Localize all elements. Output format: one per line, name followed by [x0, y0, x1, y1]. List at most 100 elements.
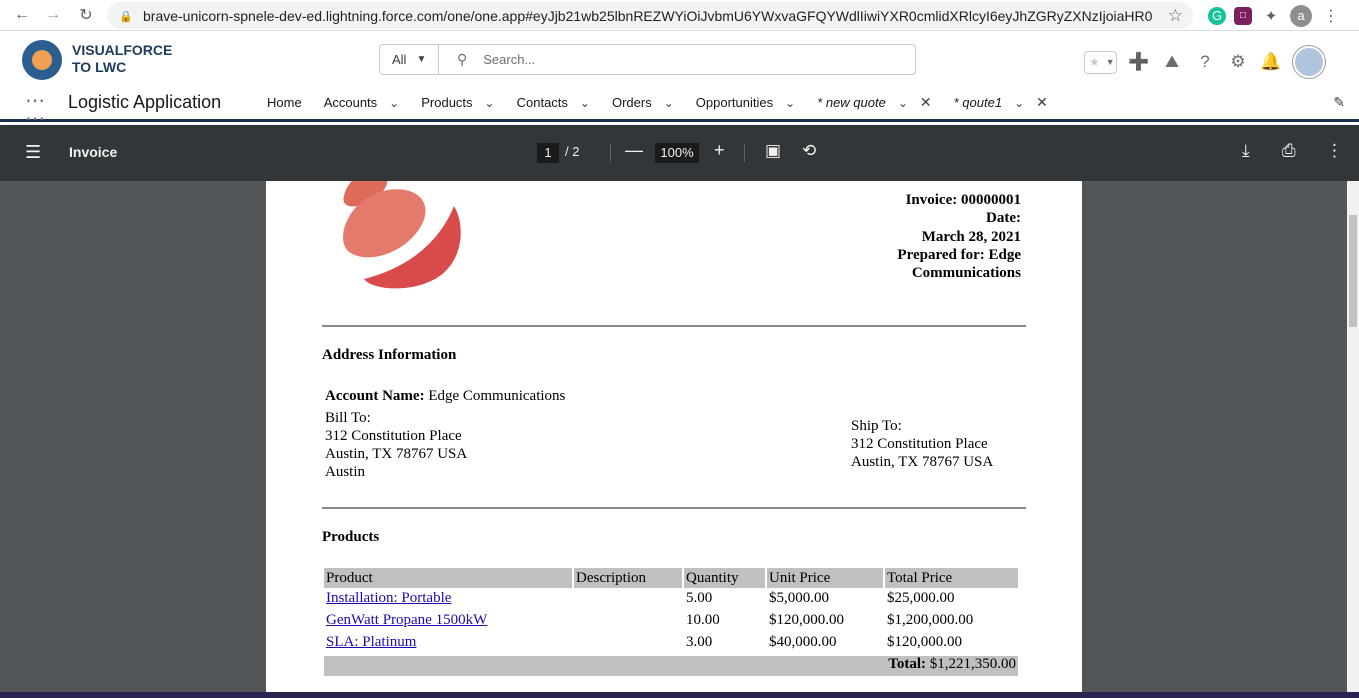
help-icon[interactable]: ?: [1194, 51, 1216, 73]
favorites-button[interactable]: ★ ▼: [1084, 50, 1117, 74]
ship-to-label: Ship To:: [851, 418, 902, 434]
extensions-bar: G □ ✦ a ⋮: [1200, 0, 1342, 31]
pdf-page: Invoice: 00000001 Date: March 28, 2021 P…: [266, 181, 1082, 698]
chevron-down-icon[interactable]: ⌄: [580, 96, 590, 110]
product-cell: Installation: Portable: [324, 590, 572, 610]
chevron-down-icon[interactable]: ⌄: [389, 96, 399, 110]
total-label: Total:: [888, 656, 926, 672]
hamburger-menu-icon[interactable]: ☰: [25, 142, 41, 163]
close-icon[interactable]: ✕: [1036, 94, 1048, 111]
tab-new-quote[interactable]: * new quote ⌄ ✕: [806, 94, 942, 111]
reload-icon[interactable]: ↻: [71, 1, 101, 29]
grammarly-icon[interactable]: G: [1208, 6, 1226, 25]
profile-avatar[interactable]: a: [1290, 4, 1312, 27]
nav-item-orders[interactable]: Orders ⌄: [601, 95, 685, 110]
app-navigation: ⋯ ⋯ Logistic Application Home Accounts ⌄ P…: [0, 86, 1359, 129]
global-actions-icon[interactable]: ➕: [1128, 51, 1150, 73]
chevron-down-icon[interactable]: ⌄: [485, 96, 495, 110]
back-icon[interactable]: ←: [7, 1, 37, 29]
account-name-line: Account Name: Edge Communications: [325, 387, 565, 405]
search-scope-select[interactable]: All ▼: [380, 45, 439, 74]
description-cell: [574, 634, 682, 654]
org-logo[interactable]: [22, 40, 62, 80]
nav-item-home[interactable]: Home: [256, 95, 313, 110]
rotate-icon[interactable]: ⟲: [802, 141, 816, 161]
total-cell: Total: $1,221,350.00: [324, 656, 1018, 676]
account-name-label: Account Name:: [325, 388, 425, 404]
product-cell: GenWatt Propane 1500kW: [324, 612, 572, 632]
edit-nav-pencil-icon[interactable]: ✎: [1333, 94, 1345, 111]
product-link[interactable]: GenWatt Propane 1500kW: [326, 612, 487, 628]
scrollbar[interactable]: [1347, 181, 1359, 698]
invoice-date-label: Date:: [986, 210, 1021, 227]
chevron-down-icon[interactable]: ⌄: [664, 96, 674, 110]
forward-icon[interactable]: →: [38, 1, 68, 29]
chevron-down-icon[interactable]: ⌄: [1014, 96, 1024, 110]
tab-qoute1[interactable]: * qoute1 ⌄ ✕: [943, 94, 1059, 111]
prepared-for-name: Communications: [911, 265, 1021, 282]
notifications-bell-icon[interactable]: 🔔: [1260, 51, 1282, 73]
trailhead-icon[interactable]: ⛰: [1161, 51, 1183, 73]
account-name-value: Edge Communications: [428, 388, 566, 404]
total-price-cell: $25,000.00: [887, 590, 955, 606]
nav-label: Contacts: [516, 95, 568, 110]
url-text[interactable]: brave-unicorn-spnele-dev-ed.lightning.fo…: [143, 8, 1153, 24]
org-brand: VISUALFORCE TO LWC: [72, 42, 172, 76]
page-total: / 2: [565, 144, 580, 159]
search-input[interactable]: Search...: [483, 52, 535, 67]
total-value: $1,221,350.00: [929, 656, 1016, 672]
column-header: Unit Price: [767, 568, 883, 588]
brand-line-2: TO LWC: [72, 59, 127, 75]
zoom-in-icon[interactable]: +: [714, 140, 725, 161]
nav-item-accounts[interactable]: Accounts ⌄: [313, 95, 411, 110]
app-launcher-icon[interactable]: ⋯ ⋯: [25, 91, 47, 129]
toolbar-divider: [610, 144, 611, 162]
nav-item-opportunities[interactable]: Opportunities ⌄: [685, 95, 806, 110]
products-table: Product Description Quantity Unit Price …: [322, 566, 1020, 678]
quantity-cell: 3.00: [686, 634, 713, 650]
browser-menu-icon[interactable]: ⋮: [1320, 5, 1342, 27]
table-row: Installation: Portable 5.00 $5,000.00 $2…: [324, 590, 1018, 610]
nav-label: Accounts: [323, 95, 378, 110]
chevron-down-icon[interactable]: ⌄: [898, 96, 908, 110]
invoice-date: March 28, 2021: [921, 228, 1021, 245]
close-icon[interactable]: ✕: [920, 94, 932, 111]
unit-price-cell: $120,000.00: [769, 612, 844, 628]
bill-street: 312 Constitution Place: [325, 428, 462, 444]
company-logo: [343, 181, 461, 289]
bookmark-star-icon[interactable]: ☆: [1168, 6, 1183, 26]
setup-gear-icon[interactable]: ⚙: [1227, 51, 1249, 73]
more-options-icon[interactable]: ⋮: [1326, 141, 1343, 161]
unit-price-cell: $40,000.00: [769, 634, 837, 650]
pdf-toolbar: ☰ Invoice 1 / 2 — 100% + ▣ ⟲ ⤓ ⎙ ⋮: [0, 125, 1359, 181]
product-cell: SLA: Platinum: [324, 634, 572, 654]
address-bar[interactable]: 🔒 brave-unicorn-spnele-dev-ed.lightning.…: [107, 2, 1193, 29]
zoom-input[interactable]: 100%: [655, 143, 699, 163]
user-avatar[interactable]: [1293, 46, 1325, 78]
page-number-input[interactable]: 1: [537, 143, 559, 163]
tab-label: * qoute1: [953, 95, 1003, 110]
zoom-out-icon[interactable]: —: [625, 140, 643, 161]
description-cell: [574, 612, 682, 632]
table-row: GenWatt Propane 1500kW 10.00 $120,000.00…: [324, 612, 1018, 632]
nav-item-contacts[interactable]: Contacts ⌄: [506, 95, 601, 110]
puzzle-icon[interactable]: ✦: [1260, 5, 1282, 27]
product-link[interactable]: Installation: Portable: [326, 590, 451, 606]
bill-city: Austin, TX 78767 USA: [325, 446, 468, 462]
extension-icon[interactable]: □: [1234, 6, 1252, 25]
fit-page-icon[interactable]: ▣: [765, 141, 781, 161]
nav-items: Home Accounts ⌄ Products ⌄ Contacts ⌄ Order…: [256, 86, 1059, 119]
print-icon[interactable]: ⎙: [1282, 141, 1296, 161]
nav-item-products[interactable]: Products ⌄: [410, 95, 505, 110]
chevron-down-icon[interactable]: ⌄: [785, 96, 795, 110]
pdf-title: Invoice: [69, 144, 118, 160]
scrollbar-thumb[interactable]: [1349, 215, 1357, 327]
download-icon[interactable]: ⤓: [1242, 141, 1250, 161]
column-header: Description: [574, 568, 682, 588]
product-link[interactable]: SLA: Platinum: [326, 634, 416, 650]
ship-to-block: Ship To: 312 Constitution Place Austin, …: [851, 417, 993, 471]
pdf-viewport[interactable]: Invoice: 00000001 Date: March 28, 2021 P…: [0, 181, 1347, 698]
total-price-cell: $120,000.00: [887, 634, 962, 650]
brand-line-1: VISUALFORCE: [72, 42, 173, 58]
table-header-row: Product Description Quantity Unit Price …: [324, 568, 1018, 588]
